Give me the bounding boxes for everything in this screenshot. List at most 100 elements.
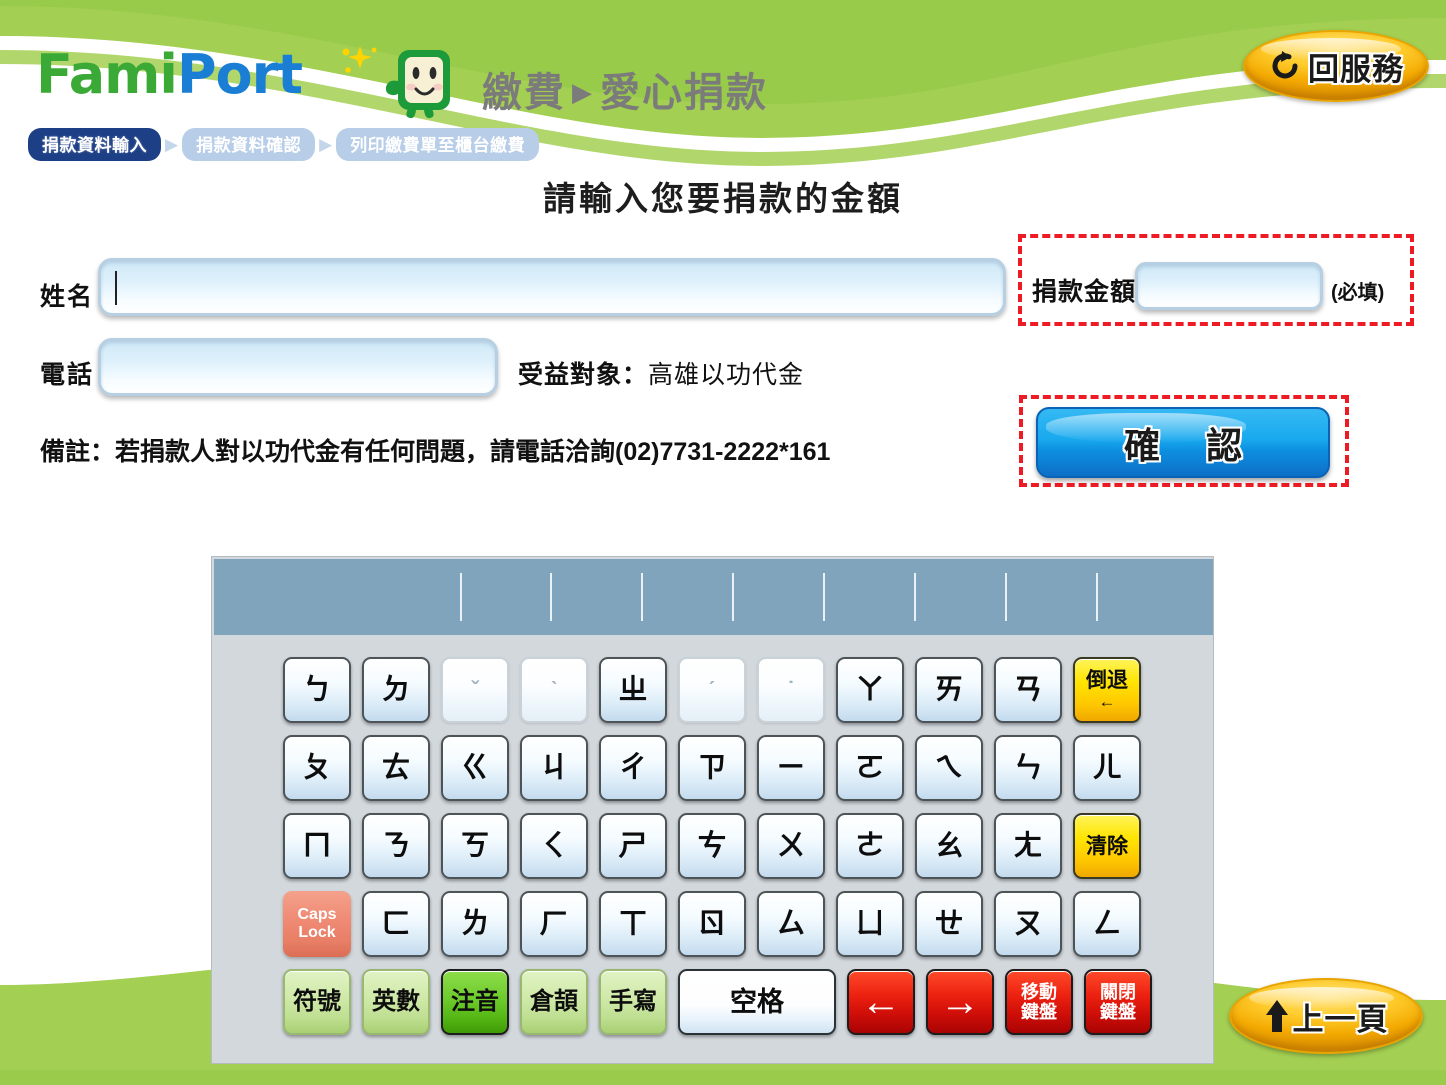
amount-input[interactable] <box>1135 262 1323 310</box>
key-ㄉ[interactable]: ㄉ <box>362 657 430 723</box>
key-ㄙ[interactable]: ㄙ <box>757 891 825 957</box>
key-ㄢ[interactable]: ㄢ <box>994 657 1062 723</box>
key-label: 移動 <box>1021 982 1057 1002</box>
key-arrow-left[interactable]: ← <box>847 969 915 1035</box>
arrow-left-icon: ← <box>861 980 901 1024</box>
key-label: ㄗ <box>697 751 727 784</box>
key-倒退[interactable]: 倒退 ← <box>1073 657 1141 723</box>
reload-icon <box>1272 51 1298 79</box>
key-label: ㄕ <box>618 829 648 862</box>
key-ㄐ[interactable]: ㄐ <box>520 735 588 801</box>
key-arrow-right[interactable]: → <box>926 969 994 1035</box>
key-sublabel: ← <box>1098 692 1116 711</box>
previous-page-button[interactable]: 上一頁 <box>1229 978 1423 1054</box>
previous-page-label: 上一頁 <box>1292 1001 1389 1037</box>
key-ㄚ[interactable]: ㄚ <box>836 657 904 723</box>
key-關閉[interactable]: 關閉 鍵盤 <box>1084 969 1152 1035</box>
key-˙[interactable]: ˙ <box>757 657 825 723</box>
key-ㄦ[interactable]: ㄦ <box>1073 735 1141 801</box>
key-ㄎ[interactable]: ㄎ <box>441 813 509 879</box>
key-ㄗ[interactable]: ㄗ <box>678 735 746 801</box>
logo-text-fami: Fami <box>36 43 178 106</box>
key-ㄍ[interactable]: ㄍ <box>441 735 509 801</box>
key-英數[interactable]: 英數 <box>362 969 430 1035</box>
arrow-up-icon <box>1265 1000 1288 1032</box>
key-ㄖ[interactable]: ㄖ <box>678 891 746 957</box>
key-space[interactable]: 空格 <box>678 969 836 1035</box>
key-清除[interactable]: 清除 <box>1073 813 1141 879</box>
key-ㄡ[interactable]: ㄡ <box>994 891 1062 957</box>
key-label: ㄊ <box>381 751 411 784</box>
key-ㄞ[interactable]: ㄞ <box>915 657 983 723</box>
phone-input[interactable] <box>98 338 498 396</box>
key-sublabel: 鍵盤 <box>1100 1002 1136 1022</box>
back-to-service-label: 回服務 <box>1308 51 1404 87</box>
key-ㄓ[interactable]: ㄓ <box>599 657 667 723</box>
key-ㄨ[interactable]: ㄨ <box>757 813 825 879</box>
candidate-separator <box>1005 573 1007 621</box>
keyboard-row-2: ㄆㄊㄍㄐㄔㄗㄧㄛㄟㄣㄦ <box>283 735 1141 801</box>
key-ㄤ[interactable]: ㄤ <box>994 813 1062 879</box>
key-ˋ[interactable]: ˋ <box>520 657 588 723</box>
key-ㄅ[interactable]: ㄅ <box>283 657 351 723</box>
key-ㄘ[interactable]: ㄘ <box>678 813 746 879</box>
key-label: 注音 <box>451 988 499 1015</box>
breadcrumb-step-3: 列印繳費單至櫃台繳費 <box>336 128 540 161</box>
key-移動[interactable]: 移動 鍵盤 <box>1005 969 1073 1035</box>
candidate-separator <box>460 573 462 621</box>
key-label: 倒退 <box>1086 669 1128 692</box>
key-ㄧ[interactable]: ㄧ <box>757 735 825 801</box>
famiport-logo: FamiPort <box>36 48 303 102</box>
key-ㄟ[interactable]: ㄟ <box>915 735 983 801</box>
key-ㄌ[interactable]: ㄌ <box>441 891 509 957</box>
candidate-separator <box>550 573 552 621</box>
key-ㄊ[interactable]: ㄊ <box>362 735 430 801</box>
key-ㄩ[interactable]: ㄩ <box>836 891 904 957</box>
key-ㄋ[interactable]: ㄋ <box>362 813 430 879</box>
breadcrumb-separator-2: ▶ <box>319 134 333 154</box>
key-ˊ[interactable]: ˊ <box>678 657 746 723</box>
keyboard-row-4: Caps Lock ㄈ ㄌ ㄏ ㄒ ㄖ ㄙ ㄩ ㄝ ㄡ ㄥ <box>283 891 1141 957</box>
back-to-service-button[interactable]: 回服務 <box>1243 30 1429 102</box>
key-ㄥ[interactable]: ㄥ <box>1073 891 1141 957</box>
onscreen-keyboard: ㄅㄉ ˇ ˋ ㄓ ˊ ˙ ㄚㄞㄢ倒退 ← ㄆㄊㄍㄐㄔㄗㄧㄛㄟㄣㄦ ㄇㄋㄎㄑㄕㄘㄨㄜㄠㄤ清除 C… <box>211 556 1214 1064</box>
key-ㄔ[interactable]: ㄔ <box>599 735 667 801</box>
key-label: ˊ <box>708 677 716 702</box>
text-caret <box>115 271 117 305</box>
key-label: ㄠ <box>934 829 964 862</box>
key-ㄇ[interactable]: ㄇ <box>283 813 351 879</box>
amount-required-note: (必填) <box>1331 282 1385 304</box>
key-ㄒ[interactable]: ㄒ <box>599 891 667 957</box>
key-符號[interactable]: 符號 <box>283 969 351 1035</box>
key-注音[interactable]: 注音 <box>441 969 509 1035</box>
amount-label: 捐款金額 <box>1032 278 1137 306</box>
remark-text: 備註：若捐款人對以功代金有任何問題，請電話洽詢(02)7731-2222*161 <box>40 438 831 466</box>
key-ㄆ[interactable]: ㄆ <box>283 735 351 801</box>
key-ㄑ[interactable]: ㄑ <box>520 813 588 879</box>
key-ˇ[interactable]: ˇ <box>441 657 509 723</box>
beneficiary-row: 受益對象：高雄以功代金 <box>518 355 804 391</box>
key-ㄜ[interactable]: ㄜ <box>836 813 904 879</box>
key-ㄝ[interactable]: ㄝ <box>915 891 983 957</box>
key-label: ㄅ <box>302 673 332 706</box>
key-label: ㄒ <box>618 907 648 940</box>
key-label: 空格 <box>730 986 784 1017</box>
key-ㄠ[interactable]: ㄠ <box>915 813 983 879</box>
confirm-button[interactable]: 確 認 <box>1036 407 1330 478</box>
key-label: ㄣ <box>1013 751 1043 784</box>
key-ㄏ[interactable]: ㄏ <box>520 891 588 957</box>
name-input[interactable] <box>98 258 1006 316</box>
key-label: Caps <box>297 906 337 923</box>
key-caps-lock[interactable]: Caps Lock <box>283 891 351 957</box>
key-ㄛ[interactable]: ㄛ <box>836 735 904 801</box>
key-label: ㄉ <box>381 673 411 706</box>
key-ㄈ[interactable]: ㄈ <box>362 891 430 957</box>
key-ㄕ[interactable]: ㄕ <box>599 813 667 879</box>
key-ㄣ[interactable]: ㄣ <box>994 735 1062 801</box>
key-倉頡[interactable]: 倉頡 <box>520 969 588 1035</box>
breadcrumb-separator-1: ▶ <box>165 134 179 154</box>
key-手寫[interactable]: 手寫 <box>599 969 667 1035</box>
famiport-kiosk-screen: FamiPort 繳費 ▶ 愛心捐款 回服務 捐款資料輸入 ▶ 捐款資料確認 ▶ 列… <box>0 0 1446 1085</box>
breadcrumb: 捐款資料輸入 ▶ 捐款資料確認 ▶ 列印繳費單至櫃台繳費 <box>28 128 540 161</box>
ime-candidate-bar[interactable] <box>214 559 1213 635</box>
